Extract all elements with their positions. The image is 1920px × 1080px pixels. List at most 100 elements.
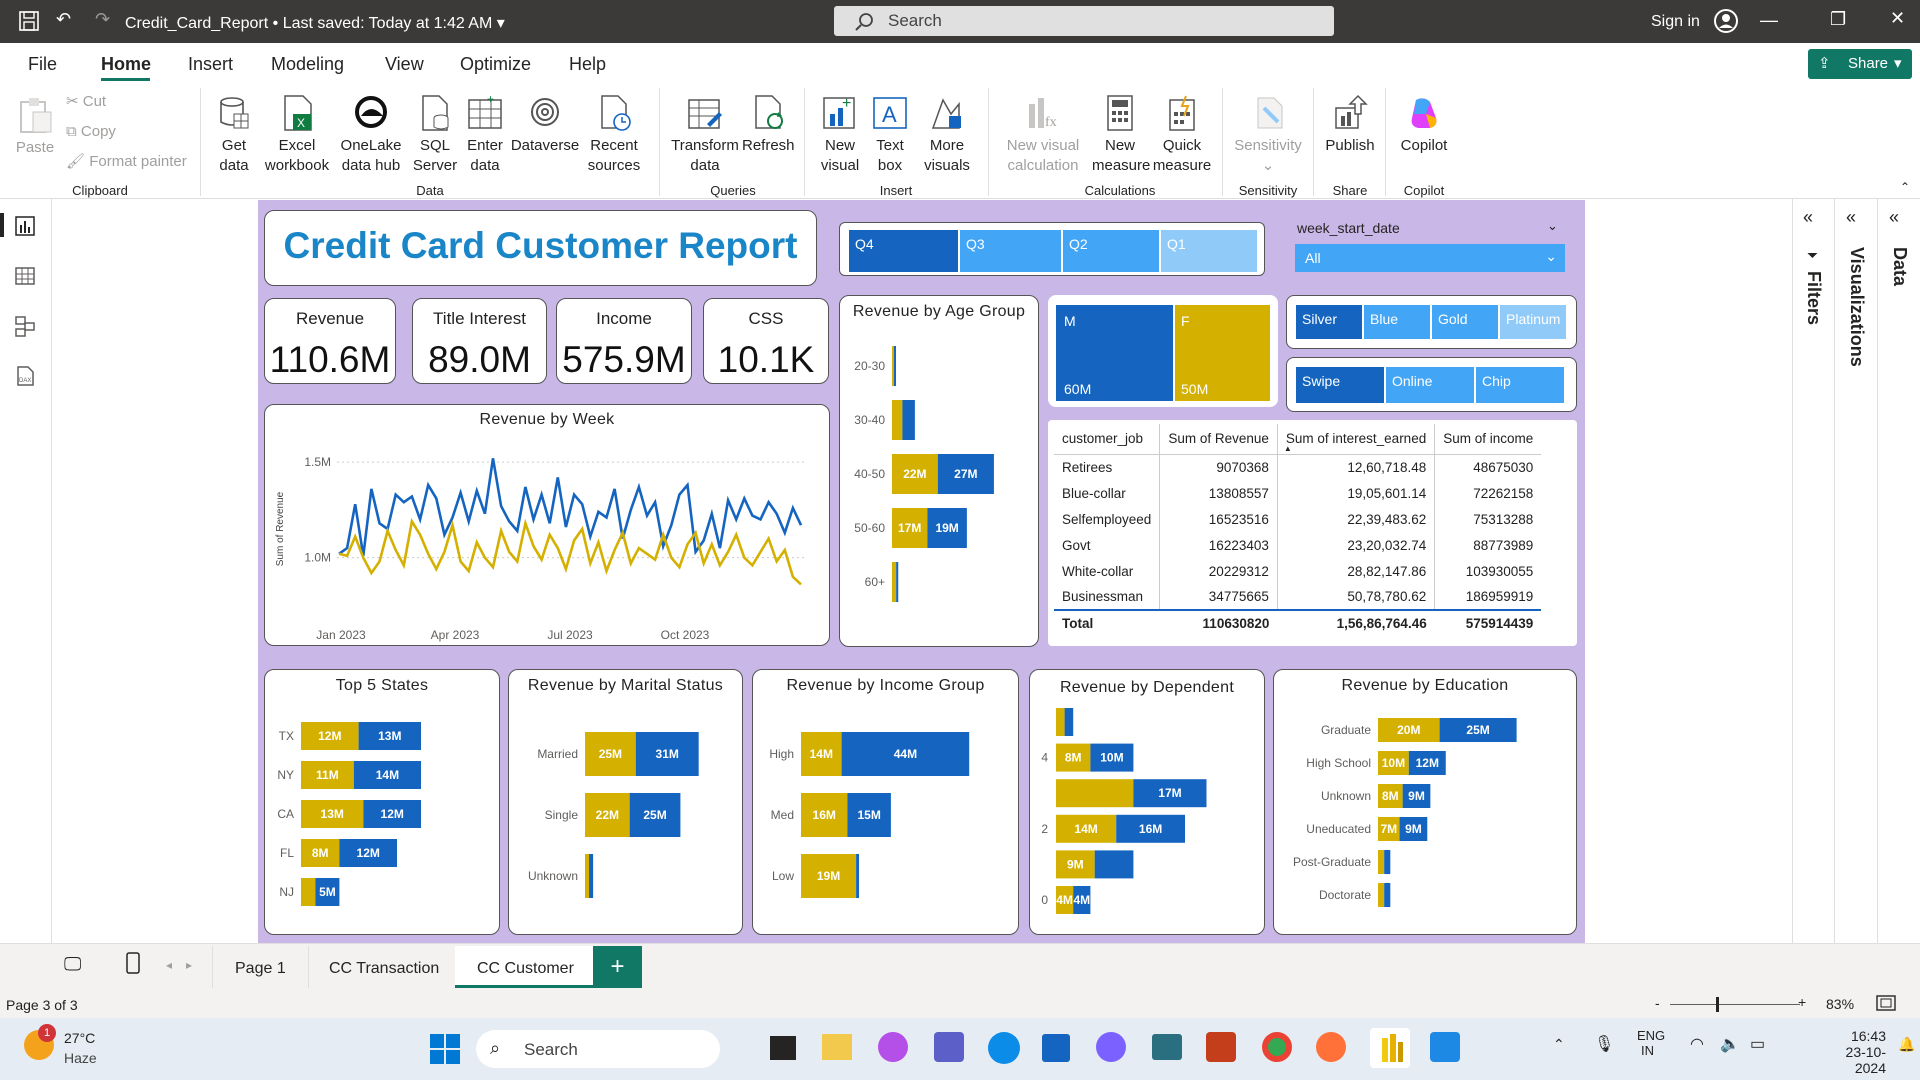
publish-button[interactable]: Publish (1322, 94, 1378, 156)
transform-data-button[interactable]: Transform data (668, 94, 742, 176)
mobile-layout-icon[interactable] (126, 952, 140, 974)
slicer-q3[interactable]: Q3 (959, 229, 1062, 273)
bar-segment[interactable] (1056, 779, 1134, 808)
share-button[interactable]: ⇪ Share ▾ (1808, 49, 1912, 79)
copy-button[interactable]: ⧉ Copy (66, 122, 116, 142)
get-data-button[interactable]: Get data (209, 94, 259, 176)
restore-icon[interactable]: ❐ (1830, 9, 1846, 30)
bar-segment[interactable] (856, 854, 859, 898)
clock[interactable]: 16:43 23-10-2024 (1820, 1028, 1886, 1076)
menu-file[interactable]: File (28, 54, 57, 75)
powerbi-taskbar-icon[interactable] (1370, 1028, 1410, 1068)
col-header[interactable]: customer_job (1054, 424, 1161, 454)
show-hidden-icons[interactable]: ⌃ (1553, 1036, 1565, 1053)
col-header[interactable]: Sum of interest_earned ▲ (1277, 424, 1436, 454)
series-line[interactable] (338, 517, 802, 586)
quick-measure-button[interactable]: Quick measure (1150, 94, 1214, 176)
report-view-icon[interactable] (14, 215, 36, 237)
dax-query-view-icon[interactable]: DAX (14, 365, 36, 387)
treemap-female[interactable]: F 50M (1175, 305, 1270, 401)
table-row[interactable]: Govt 16223403 23,20,032.74 88773989 (1054, 532, 1541, 558)
teams-icon[interactable] (934, 1032, 964, 1062)
tab-page-1[interactable]: Page 1 (212, 946, 309, 988)
chrome-icon[interactable] (1262, 1032, 1292, 1062)
week-dropdown[interactable]: All ⌄ (1295, 244, 1565, 272)
windows-start-icon[interactable] (430, 1034, 460, 1064)
task-view-icon[interactable] (770, 1036, 796, 1060)
menu-modeling[interactable]: Modeling (271, 54, 344, 75)
expand-icon[interactable]: « (1803, 207, 1813, 228)
model-view-icon[interactable] (14, 315, 36, 337)
bar-segment[interactable] (892, 400, 903, 440)
refresh-button[interactable]: Refresh (742, 94, 795, 156)
visualizations-pane[interactable]: « Visualizations (1836, 199, 1878, 943)
recent-sources-button[interactable]: Recent sources (582, 94, 646, 176)
slicer-chip[interactable]: Chip (1475, 366, 1565, 404)
bar-segment[interactable] (902, 400, 915, 440)
menu-optimize[interactable]: Optimize (460, 54, 531, 75)
fit-page-icon[interactable] (1876, 995, 1896, 1011)
bar-segment[interactable] (1384, 850, 1391, 874)
slicer-blue[interactable]: Blue (1363, 304, 1431, 340)
sign-in-link[interactable]: Sign in (1651, 13, 1700, 31)
menu-insert[interactable]: Insert (188, 54, 233, 75)
tab-cc-customer[interactable]: CC Customer (455, 946, 597, 988)
bar-segment[interactable] (894, 346, 896, 386)
paste-button[interactable]: Paste (14, 96, 56, 158)
app-icon[interactable] (1430, 1032, 1460, 1062)
search-input[interactable]: Search (834, 6, 1334, 36)
account-icon[interactable] (1713, 8, 1739, 34)
table-row[interactable]: Businessman 34775665 50,78,780.62 186959919 (1054, 584, 1541, 610)
col-header[interactable]: Sum of income (1435, 424, 1542, 454)
data-pane[interactable]: « Data (1879, 199, 1920, 943)
zoom-slider[interactable] (1670, 1004, 1800, 1005)
file-explorer-icon[interactable] (822, 1034, 852, 1060)
expand-icon[interactable]: « (1889, 207, 1899, 228)
enter-data-button[interactable]: + Enter data (464, 94, 506, 176)
app-icon[interactable] (1096, 1032, 1126, 1062)
expand-icon[interactable]: « (1846, 207, 1856, 228)
new-visual-calculation-button[interactable]: fx New visual calculation (995, 94, 1091, 176)
notifications-icon[interactable]: 🔔 (1898, 1036, 1915, 1053)
microphone-icon[interactable]: 🎙 (1594, 1034, 1614, 1054)
desktop-layout-icon[interactable]: 🖵 (64, 954, 81, 975)
bar-segment[interactable] (1064, 708, 1074, 736)
volume-icon[interactable]: 🔈 (1720, 1034, 1740, 1054)
close-icon[interactable]: ✕ (1890, 8, 1905, 29)
chevron-down-icon[interactable]: ⌄ (1547, 218, 1558, 234)
menu-help[interactable]: Help (569, 54, 606, 75)
table-row[interactable]: Blue-collar 13808557 19,05,601.14 72262158 (1054, 480, 1541, 506)
bar-segment[interactable] (585, 854, 590, 898)
menu-home[interactable]: Home (101, 54, 151, 75)
bar-segment[interactable] (892, 562, 897, 602)
table-view-icon[interactable] (14, 265, 36, 287)
collapse-ribbon-icon[interactable]: ⌃ (1900, 180, 1910, 194)
bar-segment[interactable] (896, 562, 899, 602)
table-row[interactable]: Retirees 9070368 12,60,718.48 48675030 (1054, 454, 1542, 480)
table-row[interactable]: White-collar 20229312 28,82,147.86 10393005… (1054, 558, 1541, 584)
slicer-q2[interactable]: Q2 (1062, 229, 1160, 273)
slicer-swipe[interactable]: Swipe (1295, 366, 1385, 404)
store-icon[interactable] (1042, 1034, 1070, 1062)
menu-view[interactable]: View (385, 54, 424, 75)
bar-segment[interactable] (1384, 883, 1391, 907)
bar-segment[interactable] (589, 854, 594, 898)
battery-icon[interactable]: ▭ (1750, 1034, 1765, 1054)
undo-icon[interactable]: ↶ (56, 9, 71, 30)
bar-segment[interactable] (1378, 883, 1385, 907)
taskbar-search[interactable]: ⌕ Search (476, 1030, 720, 1068)
minimize-icon[interactable]: — (1760, 10, 1778, 31)
new-visual-button[interactable]: + New visual (815, 94, 865, 176)
zoom-out-button[interactable]: - (1655, 995, 1660, 1011)
new-measure-button[interactable]: New measure (1092, 94, 1150, 176)
zoom-in-button[interactable]: + (1798, 994, 1806, 1010)
tab-cc-transaction[interactable]: CC Transaction (307, 946, 463, 988)
firefox-icon[interactable] (1316, 1032, 1346, 1062)
bar-segment[interactable] (1378, 850, 1385, 874)
more-visuals-button[interactable]: More visuals (916, 94, 978, 176)
copilot-button[interactable]: Copilot (1394, 94, 1454, 156)
prev-page-icon[interactable]: ◂ (166, 958, 172, 972)
bar-segment[interactable] (301, 878, 316, 906)
col-header[interactable]: Sum of Revenue (1159, 424, 1278, 454)
slicer-q1[interactable]: Q1 (1160, 229, 1258, 273)
